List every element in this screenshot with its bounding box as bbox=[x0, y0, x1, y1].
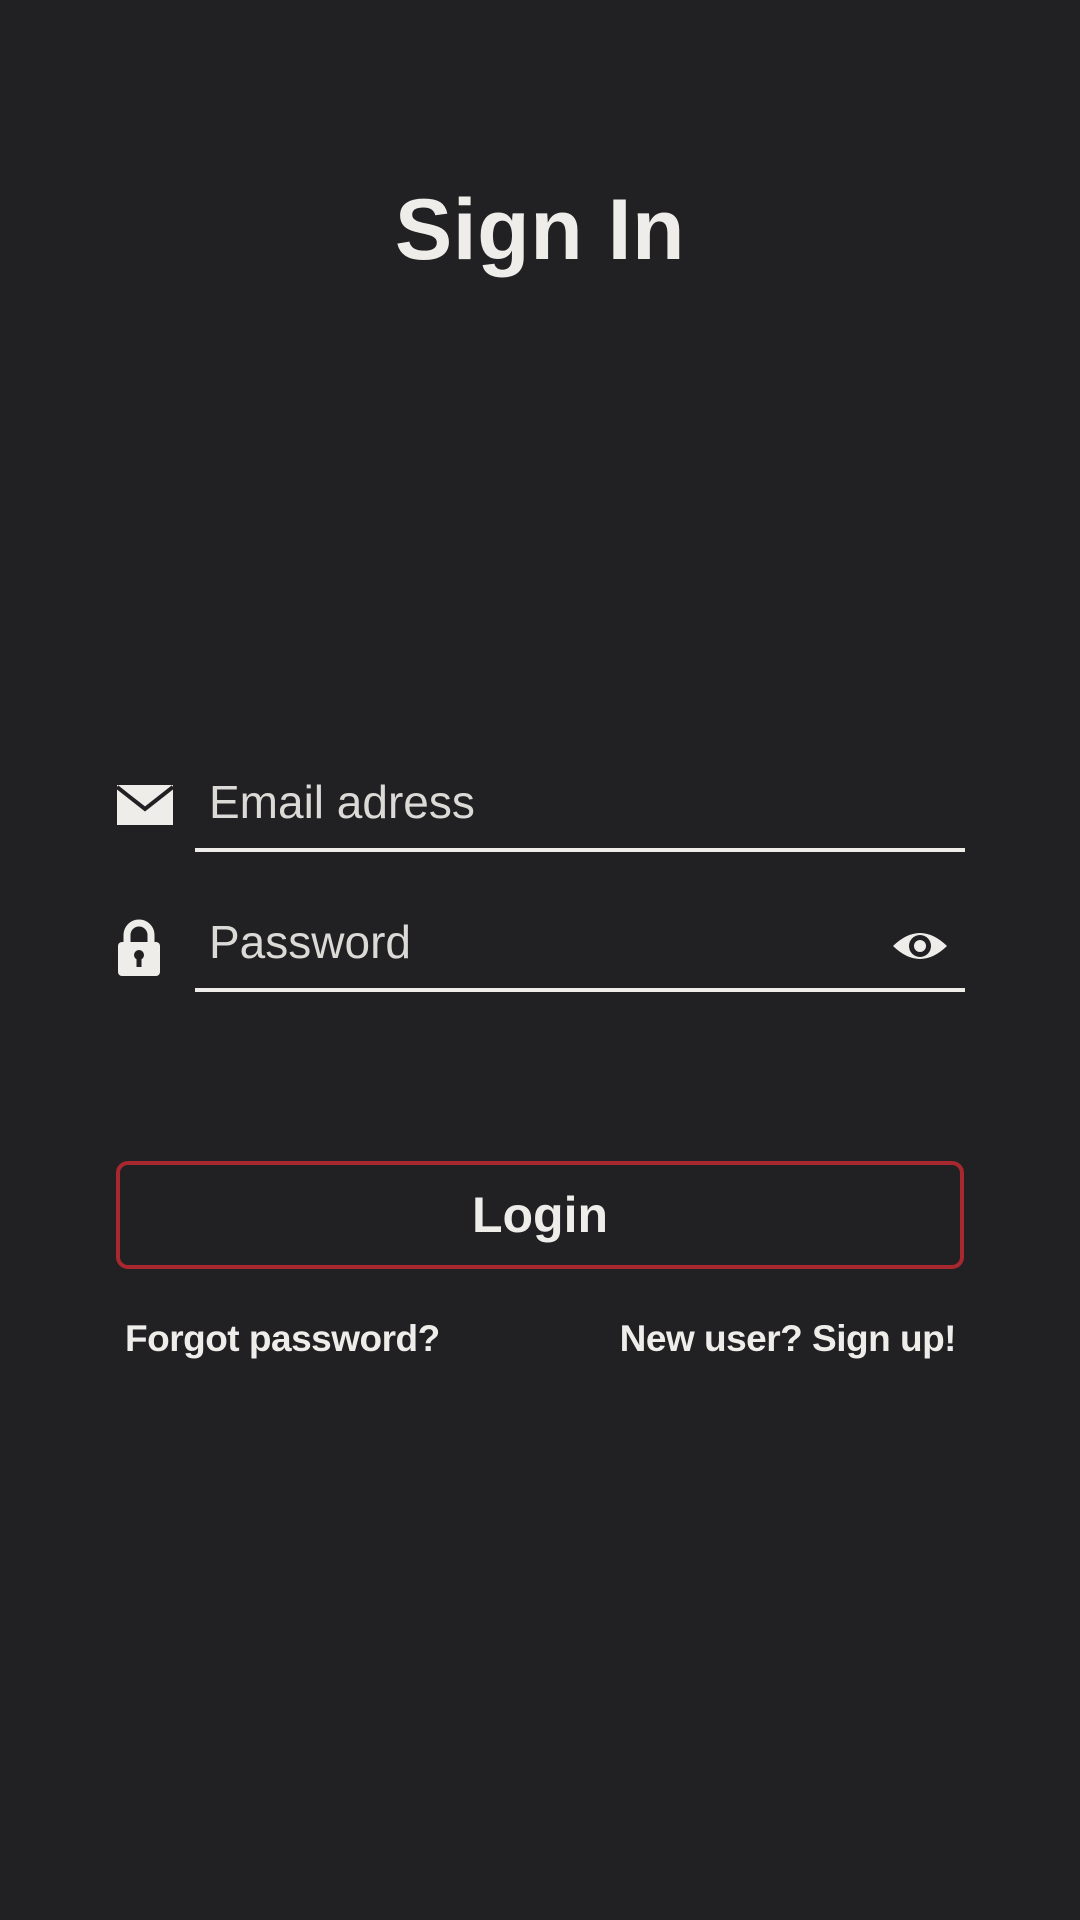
sign-up-link[interactable]: New user? Sign up! bbox=[620, 1314, 957, 1364]
login-button[interactable]: Login bbox=[116, 1161, 964, 1269]
forgot-password-link[interactable]: Forgot password? bbox=[125, 1314, 440, 1364]
password-field[interactable] bbox=[195, 896, 965, 992]
email-input[interactable] bbox=[209, 770, 889, 834]
page-title: Sign In bbox=[394, 182, 686, 278]
eye-icon[interactable] bbox=[891, 926, 949, 966]
lock-icon bbox=[118, 919, 160, 976]
mail-icon bbox=[117, 785, 173, 825]
email-field[interactable] bbox=[195, 756, 965, 852]
password-input[interactable] bbox=[209, 910, 889, 974]
